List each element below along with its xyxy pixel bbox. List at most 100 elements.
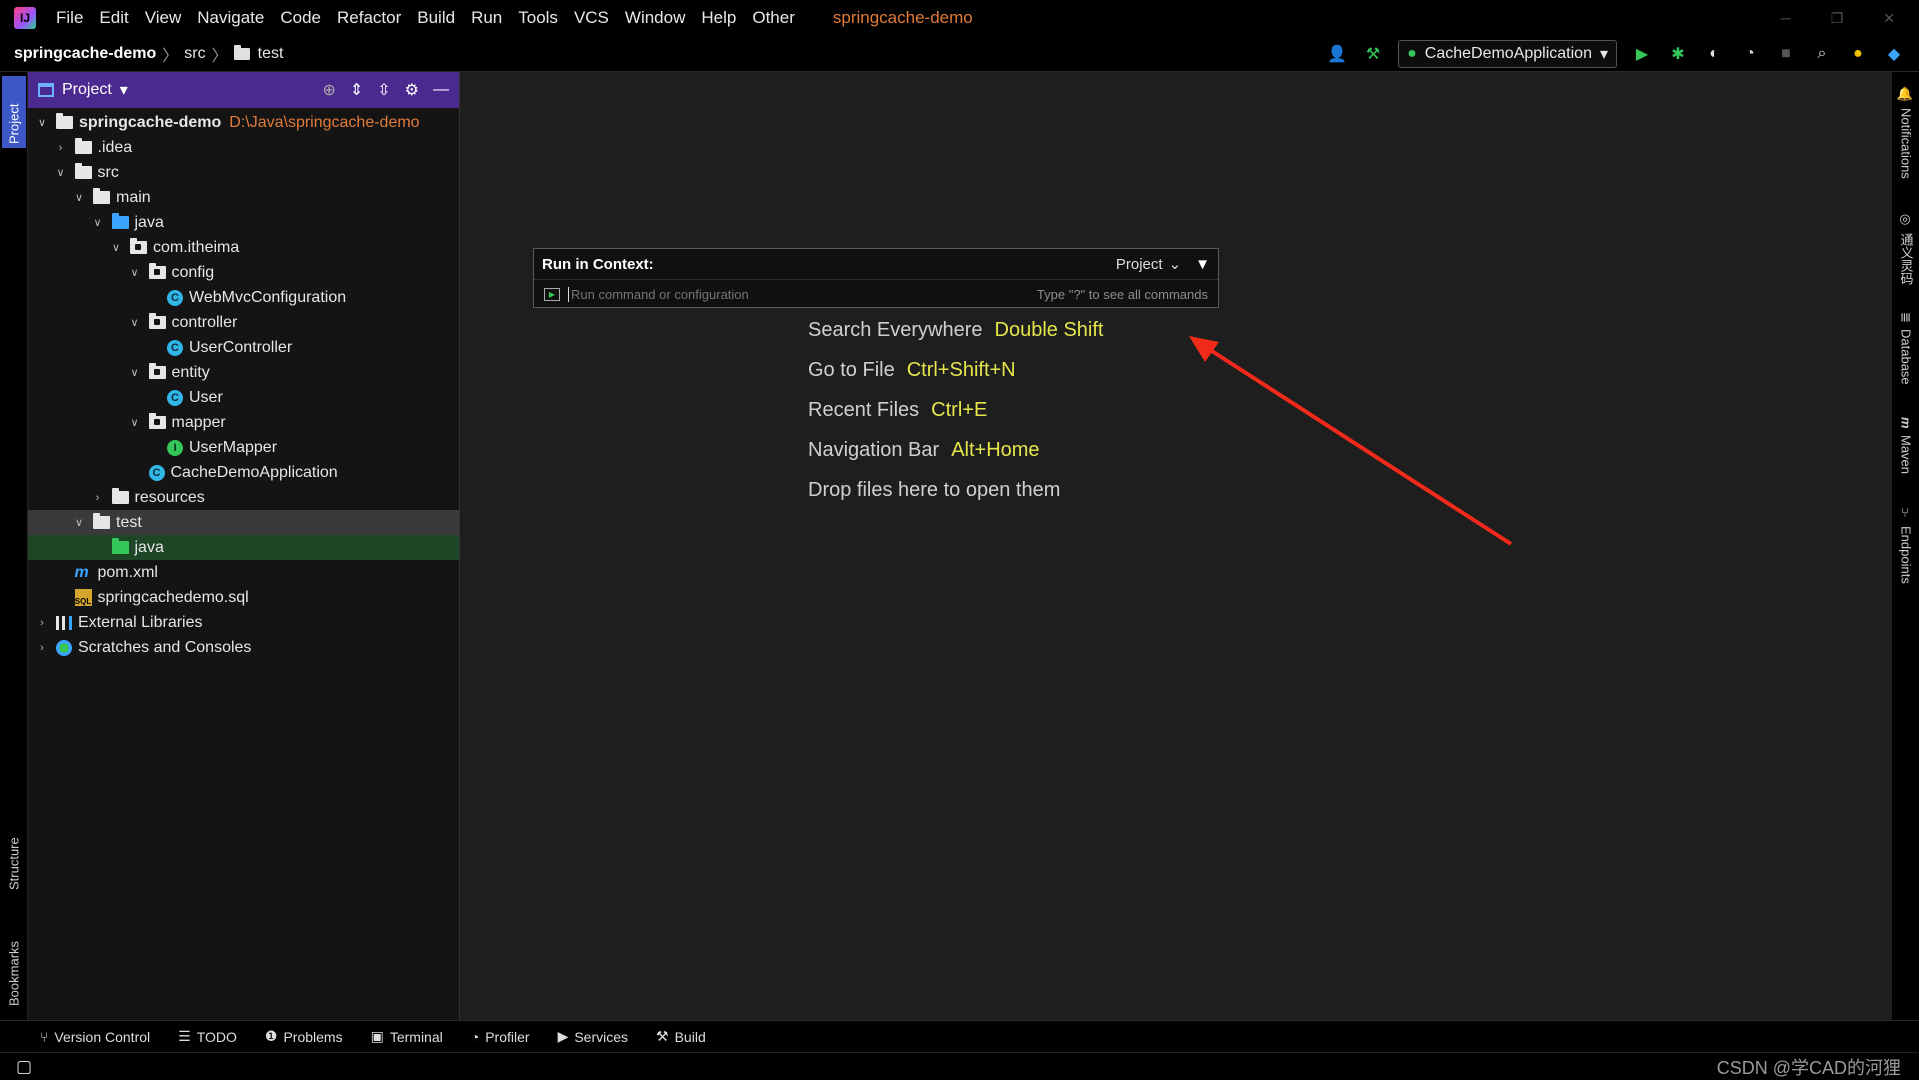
tree-node[interactable]: SQL springcachedemo.sql <box>28 585 459 610</box>
chevron-down-icon[interactable]: ∨ <box>127 316 143 329</box>
plugin-icon[interactable]: ◆ <box>1883 43 1905 65</box>
menu-navigate[interactable]: Navigate <box>189 8 272 28</box>
tree-node[interactable]: ∨ src <box>28 160 459 185</box>
tool-todo[interactable]: ☰ TODO <box>178 1028 237 1045</box>
tree-node[interactable]: ∨ springcache-demo D:\Java\springcache-dem… <box>28 110 459 135</box>
tree-node-label: controller <box>171 313 238 331</box>
chevron-down-icon[interactable]: ∨ <box>127 366 143 379</box>
menu-window[interactable]: Window <box>617 8 693 28</box>
tree-node[interactable]: ∨ config <box>28 260 459 285</box>
menu-build[interactable]: Build <box>409 8 463 28</box>
breadcrumb-project[interactable]: springcache-demo <box>14 45 156 63</box>
debug-icon[interactable]: ✱ <box>1667 43 1689 65</box>
expand-all-icon[interactable]: ⇕ <box>350 80 363 100</box>
tool-version-control[interactable]: ⑂ Version Control <box>40 1029 150 1045</box>
chevron-down-icon: ▾ <box>1599 45 1608 63</box>
folder-icon <box>74 163 92 179</box>
bell-icon: 🔔 <box>1898 86 1914 102</box>
run-icon[interactable]: ▶ <box>1631 43 1653 65</box>
chevron-down-icon[interactable]: ∨ <box>127 416 143 429</box>
tool-tab-bookmarks[interactable]: Bookmarks <box>2 910 26 1010</box>
collapse-all-icon[interactable]: ⇳ <box>377 80 390 100</box>
run-configuration-select[interactable]: ● CacheDemoApplication ▾ <box>1398 39 1617 68</box>
tree-node[interactable]: ∨ entity <box>28 360 459 385</box>
tree-node[interactable]: ∨ com.itheima <box>28 235 459 260</box>
tree-node[interactable]: java <box>28 535 459 560</box>
chevron-right-icon[interactable]: › <box>53 142 69 154</box>
menu-file[interactable]: File <box>48 8 91 28</box>
menu-edit[interactable]: Edit <box>91 8 136 28</box>
hide-icon[interactable]: — <box>433 81 449 99</box>
tree-node-label: .idea <box>97 138 133 156</box>
build-hammer-icon[interactable]: ⚒ <box>1362 43 1384 65</box>
tool-tab-assistant[interactable]: ◎ 通义灵码 <box>1894 212 1918 285</box>
chevron-down-icon[interactable]: ∨ <box>90 216 106 229</box>
tree-node[interactable]: m pom.xml <box>28 560 459 585</box>
test-folder-icon <box>111 538 129 554</box>
chevron-down-icon[interactable]: ∨ <box>71 191 87 204</box>
tool-profiler[interactable]: ◔ Profiler <box>471 1029 530 1045</box>
tool-tab-structure[interactable]: Structure <box>2 804 26 894</box>
tree-node[interactable]: ∨ controller <box>28 310 459 335</box>
menu-refactor[interactable]: Refactor <box>329 8 409 28</box>
tool-tab-project[interactable]: Project <box>2 76 26 148</box>
breadcrumb-src[interactable]: src <box>184 45 205 63</box>
profile-icon[interactable]: ◔ <box>1739 43 1761 65</box>
tool-tab-database[interactable]: ≣ Database <box>1894 312 1918 385</box>
menu-tools[interactable]: Tools <box>510 8 566 28</box>
minimize-icon[interactable]: ─ <box>1781 10 1791 27</box>
menu-vcs[interactable]: VCS <box>566 8 617 28</box>
stop-icon[interactable]: ■ <box>1775 43 1797 65</box>
tree-node[interactable]: C User <box>28 385 459 410</box>
tool-services[interactable]: ▶ Services <box>558 1028 628 1045</box>
database-icon: ≣ <box>1898 312 1914 323</box>
tree-node[interactable]: ∨ mapper <box>28 410 459 435</box>
tool-label: Problems <box>283 1028 343 1045</box>
tree-node[interactable]: › Scratches and Consoles <box>28 635 459 660</box>
search-icon[interactable]: ⌕ <box>1811 43 1833 65</box>
close-icon[interactable]: ✕ <box>1883 10 1895 27</box>
intellij-logo-icon[interactable]: IJ <box>14 7 36 29</box>
tree-node[interactable]: › External Libraries <box>28 610 459 635</box>
menu-help[interactable]: Help <box>693 8 744 28</box>
gear-icon[interactable]: ⚙ <box>405 80 419 100</box>
tree-node[interactable]: › .idea <box>28 135 459 160</box>
tool-terminal[interactable]: ▣ Terminal <box>371 1028 443 1045</box>
tree-node[interactable]: I UserMapper <box>28 435 459 460</box>
tool-problems[interactable]: ❶ Problems <box>265 1028 343 1045</box>
restore-icon[interactable]: ❐ <box>1831 10 1844 27</box>
menu-other[interactable]: Other <box>744 8 803 28</box>
chevron-down-icon[interactable]: ∨ <box>34 116 50 129</box>
tree-node[interactable]: C WebMvcConfiguration <box>28 285 459 310</box>
tree-node[interactable]: C UserController <box>28 335 459 360</box>
chevron-down-icon[interactable]: ∨ <box>108 241 124 254</box>
package-icon <box>130 238 147 254</box>
tool-tab-notifications[interactable]: 🔔 Notifications <box>1894 86 1918 179</box>
tool-tab-maven[interactable]: m Maven <box>1894 417 1918 474</box>
updates-icon[interactable]: ● <box>1847 43 1869 65</box>
tree-node[interactable]: › resources <box>28 485 459 510</box>
tree-node[interactable]: C CacheDemoApplication <box>28 460 459 485</box>
tree-node[interactable]: ∨ main <box>28 185 459 210</box>
chevron-right-icon[interactable]: › <box>34 617 50 629</box>
tree-node[interactable]: ∨ test <box>28 510 459 535</box>
menu-view[interactable]: View <box>137 8 190 28</box>
menu-run[interactable]: Run <box>463 8 510 28</box>
tool-tab-endpoints[interactable]: ⑂ Endpoints <box>1894 507 1918 584</box>
locate-icon[interactable]: ⊕ <box>322 80 335 100</box>
project-view-selector[interactable]: Project ▾ <box>38 80 128 100</box>
chevron-down-icon[interactable]: ∨ <box>127 266 143 279</box>
class-icon: C <box>167 339 183 356</box>
tree-node[interactable]: ∨ java <box>28 210 459 235</box>
layout-toggle-icon[interactable]: ▢ <box>16 1057 32 1077</box>
breadcrumb-test[interactable]: test <box>258 45 284 63</box>
coverage-icon[interactable]: ◐ <box>1703 43 1725 65</box>
menu-code[interactable]: Code <box>272 8 329 28</box>
chevron-down-icon[interactable]: ∨ <box>53 166 69 179</box>
user-icon[interactable]: 👤 <box>1326 43 1348 65</box>
chevron-right-icon[interactable]: › <box>34 642 50 654</box>
tool-build[interactable]: ⚒ Build <box>656 1028 706 1045</box>
chevron-down-icon[interactable]: ∨ <box>71 516 87 529</box>
hint-text: Go to File <box>808 358 895 381</box>
chevron-right-icon[interactable]: › <box>90 492 106 504</box>
